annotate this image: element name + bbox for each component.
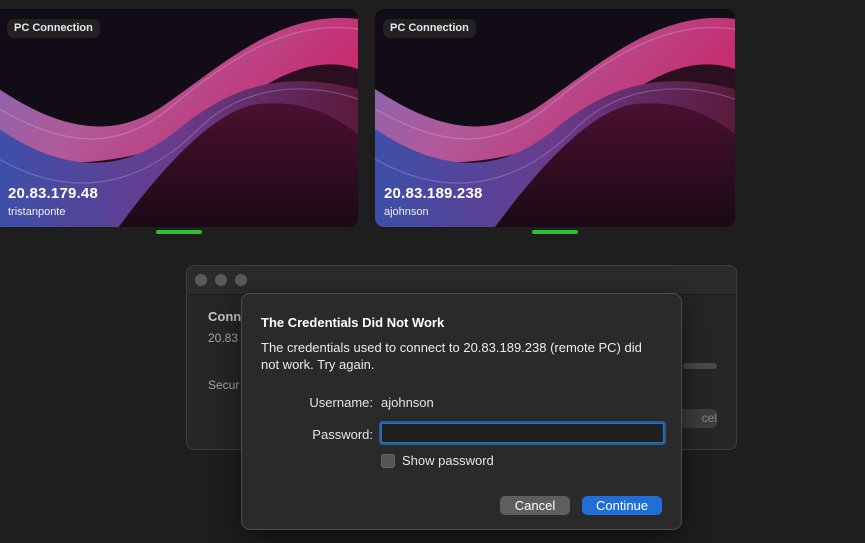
username-value: ajohnson: [381, 395, 434, 410]
password-label: Password:: [312, 427, 373, 442]
connection-status-indicator: [532, 230, 578, 234]
show-password-label: Show password: [402, 453, 494, 468]
pc-ip-address: 20.83.189.238: [384, 185, 483, 202]
pc-tile-1[interactable]: PC Connection 20.83.179.48 tristanponte: [0, 9, 358, 227]
connecting-heading: Conn: [208, 309, 242, 324]
pc-username: ajohnson: [384, 206, 429, 218]
checkbox-icon[interactable]: [381, 453, 395, 468]
pc-ip-address: 20.83.179.48: [8, 185, 98, 202]
continue-button[interactable]: Continue: [582, 496, 662, 515]
close-traffic-light-icon[interactable]: [195, 274, 207, 286]
password-field[interactable]: [381, 423, 664, 443]
pc-username: tristanponte: [8, 206, 66, 218]
window-titlebar: [187, 266, 736, 295]
dialog-title: The Credentials Did Not Work: [261, 315, 445, 330]
credentials-dialog: The Credentials Did Not Work The credent…: [241, 293, 682, 530]
connection-status-indicator: [156, 230, 202, 234]
connection-type-badge: PC Connection: [7, 19, 100, 38]
connection-type-badge: PC Connection: [383, 19, 476, 38]
progress-bar: [683, 363, 717, 369]
security-status-text: Secur: [208, 378, 240, 392]
minimize-traffic-light-icon[interactable]: [215, 274, 227, 286]
pc-tile-2[interactable]: PC Connection 20.83.189.238 ajohnson: [375, 9, 735, 227]
username-label: Username:: [309, 395, 373, 410]
show-password-toggle[interactable]: Show password: [381, 453, 494, 468]
zoom-traffic-light-icon[interactable]: [235, 274, 247, 286]
connecting-address: 20.83: [208, 331, 239, 345]
app-canvas: PC Connection 20.83.179.48 tristanponte: [0, 0, 865, 543]
dialog-message: The credentials used to connect to 20.83…: [261, 340, 642, 372]
cancel-button[interactable]: Cancel: [500, 496, 570, 515]
